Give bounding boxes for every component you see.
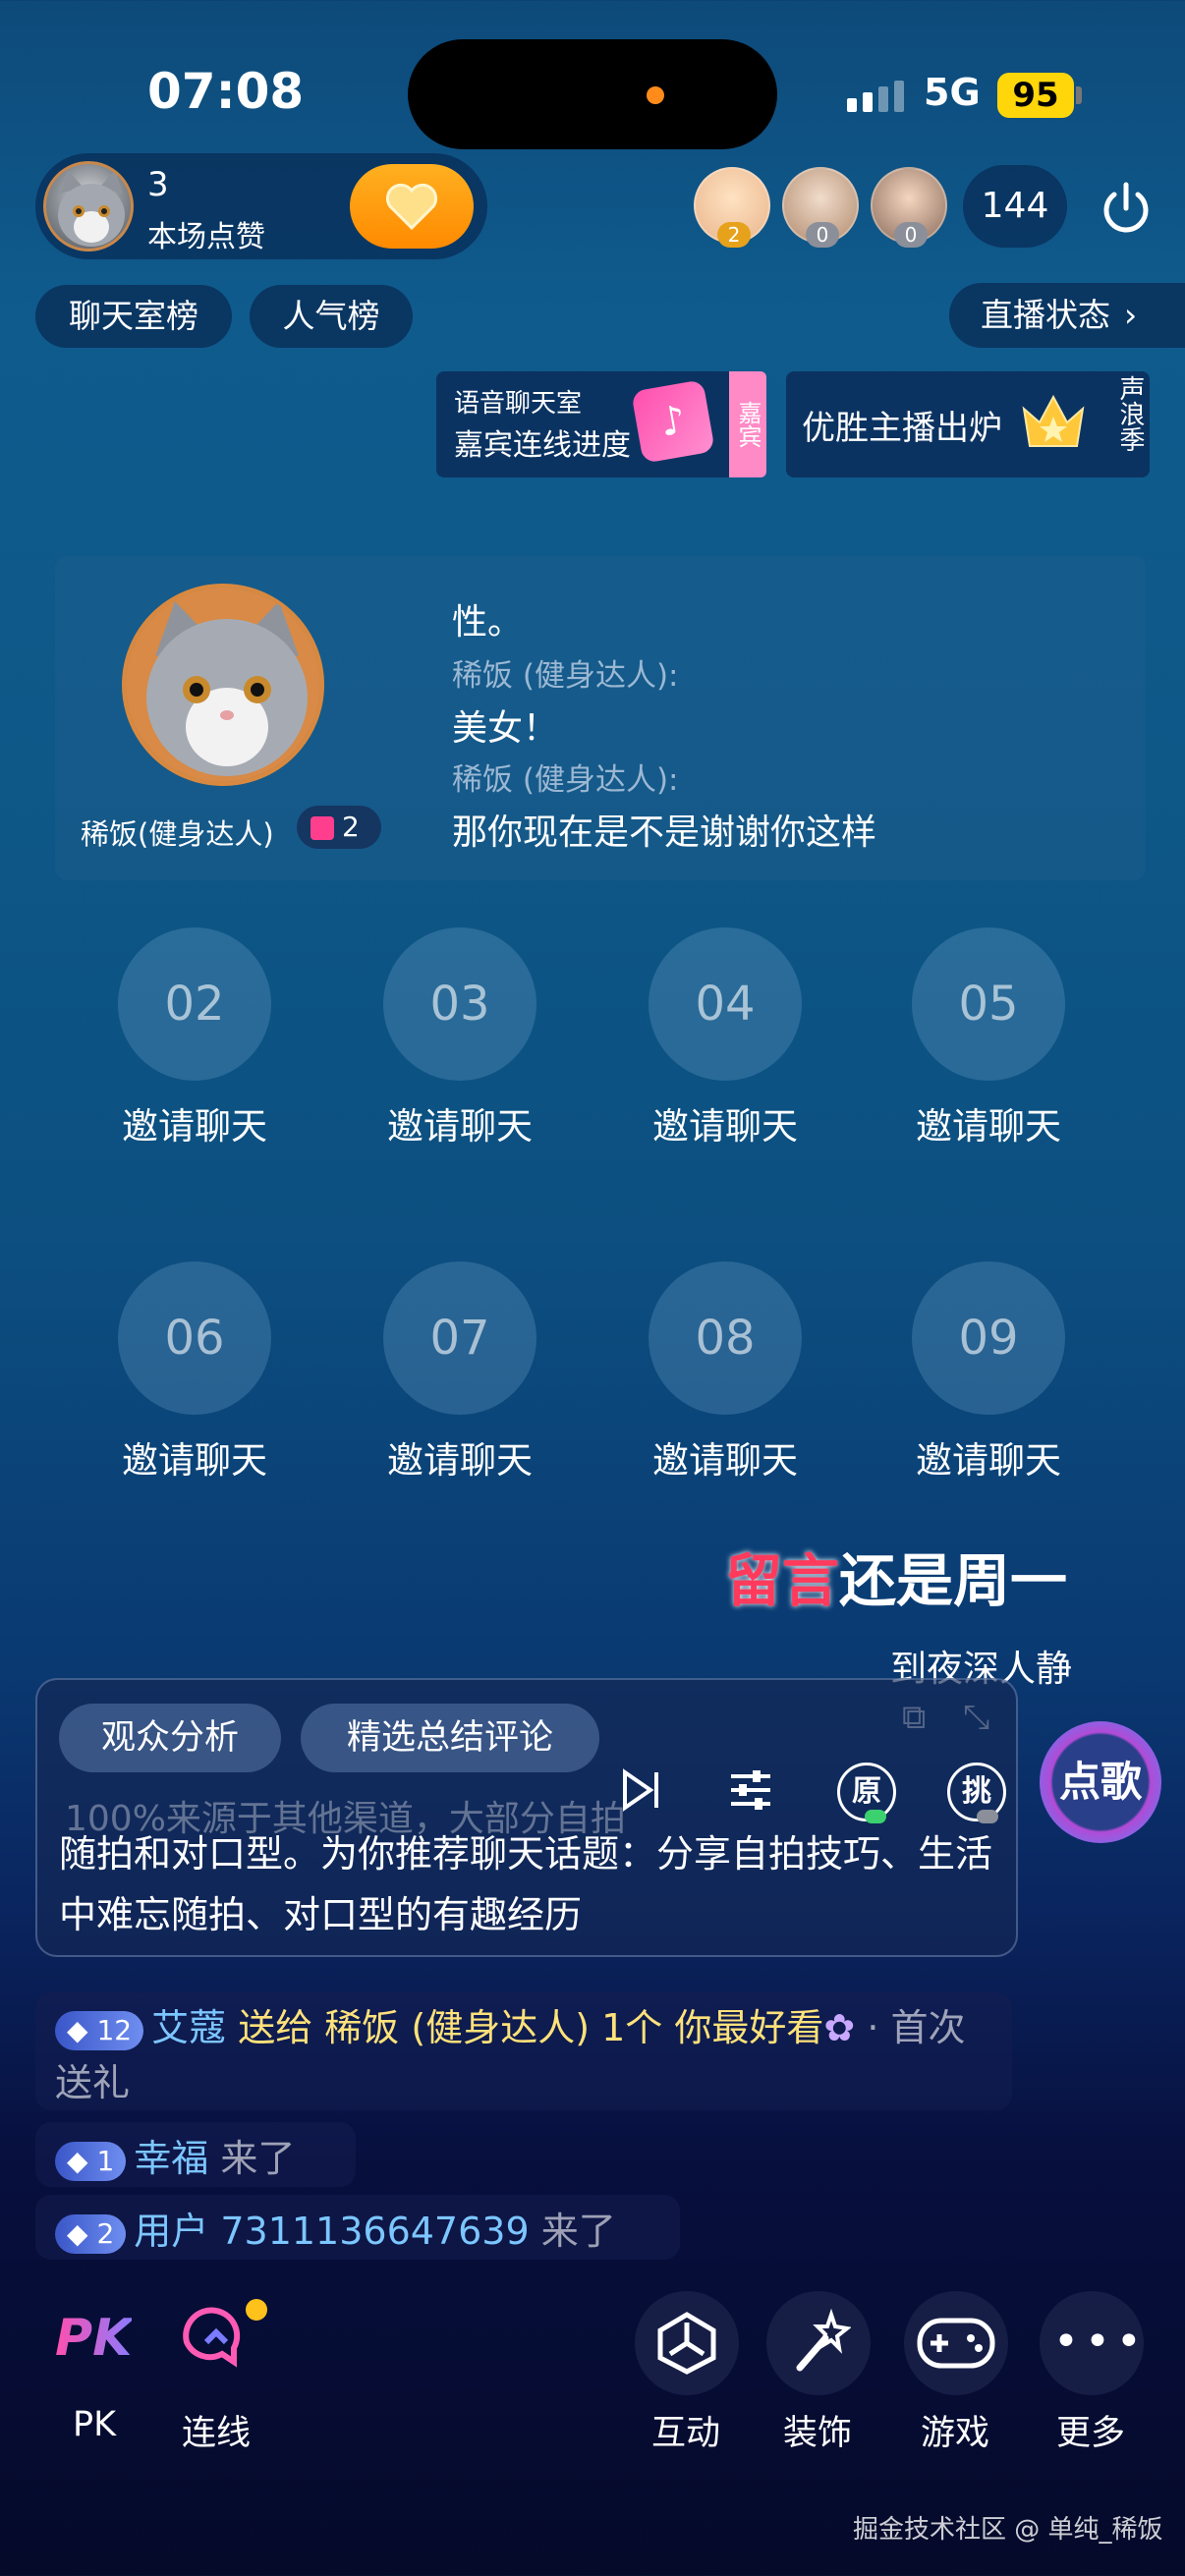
seat-04[interactable]: 04	[649, 927, 802, 1081]
seat-03[interactable]: 03	[383, 927, 536, 1081]
seat-09[interactable]: 09	[912, 1261, 1065, 1415]
message-action: 来了	[540, 2210, 616, 2253]
more-icon: •••	[1053, 2317, 1148, 2367]
tab-audience-analysis[interactable]: 观众分析	[59, 1704, 281, 1772]
tab-popularity-rank[interactable]: 人气榜	[250, 285, 413, 348]
seat-07[interactable]: 07	[383, 1261, 536, 1415]
gift-icon	[310, 816, 334, 840]
power-icon[interactable]	[1095, 177, 1157, 240]
likes-label: 本场点赞	[147, 220, 265, 254]
chat-username: 稀饭 (健身达人):	[452, 762, 679, 798]
seat-invite-label[interactable]: 邀请聊天	[362, 1430, 558, 1484]
more-label[interactable]: 更多	[1032, 2405, 1150, 2455]
season-tag: 声浪季	[1115, 375, 1145, 452]
viewer-badge: 0	[894, 222, 928, 248]
chat-text: 美女！	[452, 708, 559, 749]
message-username[interactable]: 艾蔻	[151, 2006, 226, 2049]
viewer-avatar[interactable]: 2	[694, 167, 770, 248]
message-username[interactable]: 幸福	[134, 2137, 208, 2180]
guest-tag: 嘉宾	[729, 371, 766, 477]
host-avatar[interactable]	[43, 161, 134, 252]
gift-count: 2	[342, 811, 360, 843]
seat-02[interactable]: 02	[118, 927, 271, 1081]
seat-invite-label[interactable]: 邀请聊天	[890, 1430, 1087, 1484]
viewer-badge: 0	[806, 222, 839, 248]
chat-text: 性。	[452, 602, 524, 643]
level-badge: ◆ 2	[55, 2213, 127, 2254]
seat-invite-label[interactable]: 邀请聊天	[890, 1096, 1087, 1149]
chat-text: 那你现在是不是谢谢你这样	[452, 812, 877, 853]
speaker-avatar[interactable]	[122, 584, 324, 786]
song-request-button[interactable]: 点歌	[1040, 1721, 1161, 1843]
lyric-highlight: 留言	[725, 1547, 840, 1614]
seat-05[interactable]: 05	[912, 927, 1065, 1081]
likes-count: 3	[147, 165, 169, 204]
signal-icon	[847, 81, 904, 112]
game-label[interactable]: 游戏	[896, 2405, 1014, 2455]
gift-message: ◆ 12 艾蔻 送给 稀饭 (健身达人) 1个 你最好看✿ · 首次送礼	[55, 2000, 998, 2110]
live-status-label: 直播状态	[981, 296, 1110, 334]
interact-label[interactable]: 互动	[627, 2405, 745, 2455]
chevron-right-icon: ›	[1124, 296, 1138, 334]
tab-featured-summary[interactable]: 精选总结评论	[301, 1704, 599, 1772]
decorate-label[interactable]: 装饰	[759, 2405, 876, 2455]
viewer-avatar[interactable]: 0	[871, 167, 947, 248]
join-message: ◆ 2 用户 7311136647639 来了	[55, 2201, 616, 2255]
battery-tip	[1076, 86, 1082, 104]
message-action: 来了	[220, 2137, 296, 2180]
network-label: 5G	[924, 71, 981, 114]
level-badge: ◆ 12	[55, 2010, 144, 2050]
seat-invite-label[interactable]: 邀请聊天	[362, 1096, 558, 1149]
seat-invite-label[interactable]: 邀请聊天	[627, 1430, 823, 1484]
voice-room-progress: 嘉宾连线进度	[454, 428, 631, 463]
seat-invite-label[interactable]: 邀请聊天	[96, 1096, 293, 1149]
watermark: 掘金技术社区 @ 单纯_稀饭	[853, 2515, 1163, 2545]
tab-chatroom-rank[interactable]: 聊天室榜	[35, 285, 232, 348]
gift-item-icon: ✿	[823, 2006, 856, 2049]
lyric-current: 留言还是周一	[725, 1535, 1067, 1617]
seat-invite-label[interactable]: 邀请聊天	[627, 1096, 823, 1149]
viewer-badge: 2	[717, 222, 751, 248]
gift-target: 稀饭 (健身达人) 1个 你最好看	[324, 2006, 824, 2049]
notification-dot	[246, 2299, 267, 2321]
connect-label[interactable]: 连线	[157, 2405, 275, 2455]
equalizer-icon[interactable]	[725, 1764, 776, 1816]
seat-invite-label[interactable]: 邀请聊天	[96, 1430, 293, 1484]
magic-wand-icon	[796, 2309, 851, 2372]
chat-username: 稀饭 (健身达人):	[452, 658, 679, 694]
level-badge: ◆ 1	[55, 2141, 127, 2181]
live-status-button[interactable]: 直播状态 ›	[949, 283, 1185, 348]
message-username[interactable]: 用户 7311136647639	[134, 2210, 529, 2253]
seat-08[interactable]: 08	[649, 1261, 802, 1415]
dynamic-island	[408, 39, 777, 149]
lyric-rest: 还是周一	[839, 1547, 1068, 1614]
crown-icon	[1022, 394, 1085, 447]
status-time: 07:08	[147, 63, 305, 120]
play-next-icon[interactable]	[615, 1764, 666, 1816]
viewer-count[interactable]: 144	[963, 165, 1067, 248]
gift-badge: 2	[297, 806, 381, 849]
analysis-text: 随拍和对口型。为你推荐聊天话题：分享自拍技巧、生活中难忘随拍、对口型的有趣经历	[59, 1832, 993, 1936]
viewer-avatar[interactable]: 0	[782, 167, 859, 248]
gamepad-icon	[917, 2318, 995, 2369]
pk-label[interactable]: PK	[35, 2405, 153, 2444]
join-message: ◆ 1 幸福 来了	[55, 2128, 295, 2182]
battery-icon: 95	[997, 73, 1074, 118]
interact-icon	[657, 2312, 716, 2375]
seat-06[interactable]: 06	[118, 1261, 271, 1415]
recording-dot-icon	[647, 86, 664, 104]
best-host-text: 优胜主播出炉	[802, 409, 1002, 448]
music-note-icon: ♪	[631, 379, 715, 464]
message-action: 送给	[238, 2006, 313, 2049]
original-toggle-indicator	[865, 1810, 886, 1823]
heart-icon	[385, 183, 438, 231]
voice-room-title: 语音聊天室	[454, 389, 583, 419]
challenge-toggle-indicator	[977, 1810, 998, 1823]
pk-icon[interactable]: PK	[55, 2309, 132, 2368]
speaker-name: 稀饭(健身达人)	[81, 817, 274, 851]
